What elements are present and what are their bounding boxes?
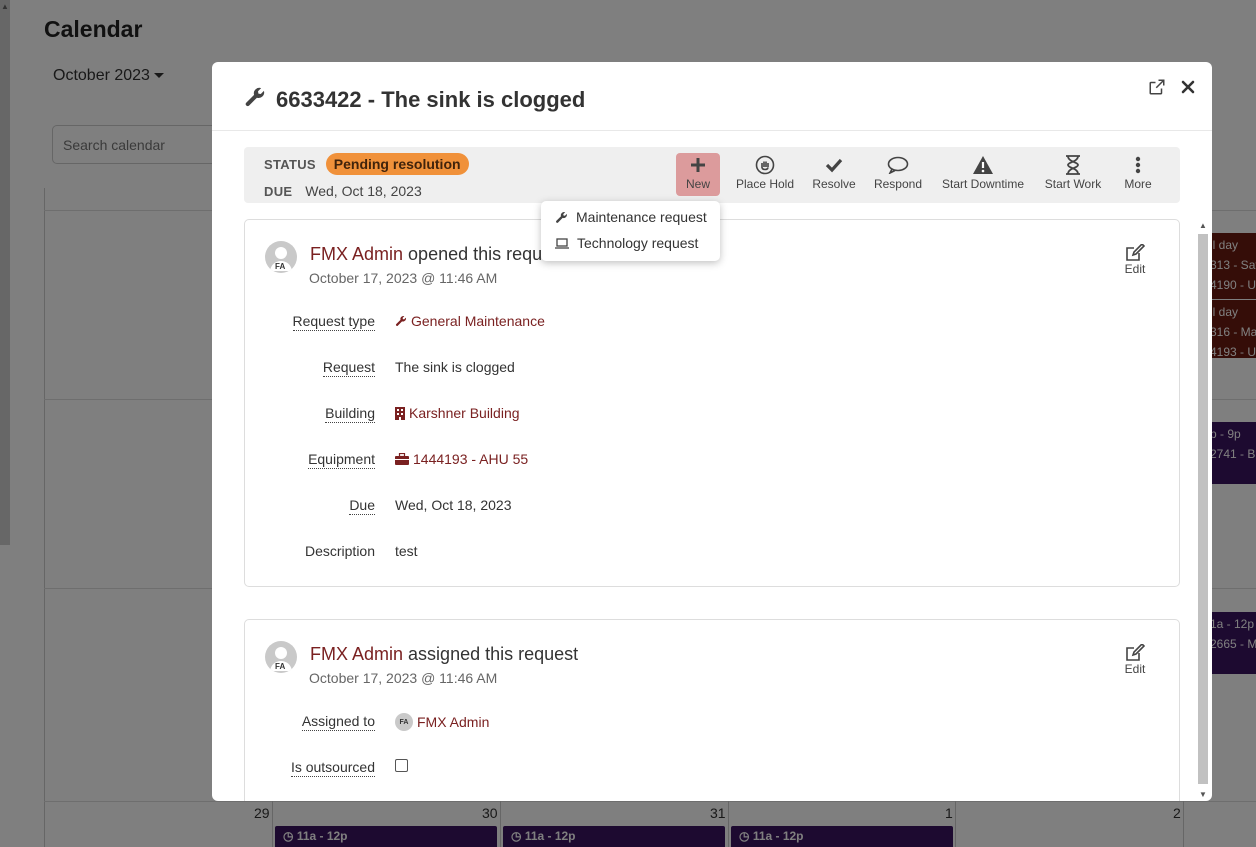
due-label: DUE: [264, 184, 293, 199]
avatar-initials: FA: [274, 262, 287, 271]
warning-icon: [972, 153, 994, 177]
resolve-button[interactable]: Resolve: [812, 153, 856, 196]
modal-header: 6633422 - The sink is clogged: [212, 62, 1212, 131]
request-value: The sink is clogged: [395, 359, 515, 375]
speech-bubble-icon: [887, 153, 909, 177]
building-label: Building: [325, 405, 375, 423]
edit-button[interactable]: Edit: [1121, 244, 1149, 276]
is-outsourced-label: Is outsourced: [290, 759, 375, 777]
scroll-up-icon[interactable]: ▲: [1199, 221, 1207, 230]
field-request: Request The sink is clogged: [245, 359, 1179, 379]
card-title: FMX Admin assigned this request: [310, 644, 578, 665]
card-timestamp: October 17, 2023 @ 11:46 AM: [309, 670, 498, 686]
user-link[interactable]: FMX Admin: [310, 644, 403, 664]
hourglass-icon: [1064, 153, 1082, 177]
edit-label: Edit: [1124, 262, 1146, 276]
menu-item-technology-request[interactable]: Technology request: [555, 235, 698, 251]
wrench-icon: [556, 211, 567, 223]
is-outsourced-checkbox[interactable]: [395, 759, 408, 772]
card-action-text: assigned this request: [408, 644, 579, 664]
field-request-type: Request type General Maintenance: [245, 313, 1179, 333]
activity-card-assigned: FA FMX Admin assigned this request Octob…: [244, 619, 1180, 801]
request-title: 6633422 - The sink is clogged: [276, 87, 586, 112]
edit-icon: [1126, 244, 1145, 261]
assigned-to-value[interactable]: FA FMX Admin: [395, 713, 489, 731]
assigned-to-label: Assigned to: [301, 713, 375, 731]
description-label: Description: [304, 543, 375, 559]
equipment-value[interactable]: 1444193 - AHU 55: [395, 451, 528, 467]
plus-icon: [690, 153, 706, 177]
field-is-outsourced: Is outsourced: [245, 759, 1179, 779]
field-building: Building Karshner Building: [245, 405, 1179, 425]
building-icon: [395, 406, 405, 420]
new-button-label: New: [685, 177, 710, 191]
open-external-icon[interactable]: [1146, 76, 1168, 98]
resolve-label: Resolve: [812, 177, 856, 191]
request-type-label: Request type: [292, 313, 375, 331]
start-downtime-button[interactable]: Start Downtime: [938, 153, 1028, 196]
avatar: FA: [265, 241, 297, 273]
field-assigned-to: Assigned to FA FMX Admin: [245, 713, 1179, 733]
card-title: FMX Admin opened this request: [310, 244, 566, 265]
status-bar: STATUS Pending resolution DUE Wed, Oct 1…: [244, 147, 1180, 203]
start-work-button[interactable]: Start Work: [1042, 153, 1104, 196]
is-outsourced-value: [395, 759, 408, 772]
respond-label: Respond: [873, 177, 923, 191]
activity-card-opened: FA FMX Admin opened this request October…: [244, 219, 1180, 587]
due-field-value: Wed, Oct 18, 2023: [395, 497, 512, 513]
building-value[interactable]: Karshner Building: [395, 405, 520, 421]
edit-label: Edit: [1124, 662, 1146, 676]
card-timestamp: October 17, 2023 @ 11:46 AM: [309, 270, 498, 286]
request-label: Request: [322, 359, 375, 377]
vertical-ellipsis-icon: [1135, 153, 1141, 177]
menu-item-label: Technology request: [577, 235, 699, 251]
respond-button[interactable]: Respond: [872, 153, 924, 196]
status-badge: Pending resolution: [325, 153, 469, 175]
description-value: test: [395, 543, 418, 559]
equipment-label: Equipment: [308, 451, 375, 469]
more-button[interactable]: More: [1120, 153, 1156, 196]
avatar-initials: FA: [274, 662, 287, 671]
wrench-icon: [244, 86, 266, 114]
place-hold-button[interactable]: Place Hold: [730, 153, 800, 196]
start-downtime-label: Start Downtime: [941, 177, 1025, 191]
start-work-label: Start Work: [1044, 177, 1102, 191]
new-request-menu: Maintenance request Technology request: [541, 201, 720, 261]
field-description: Description test: [245, 543, 1179, 563]
field-equipment: Equipment 1444193 - AHU 55: [245, 451, 1179, 471]
more-label: More: [1124, 177, 1152, 191]
check-icon: [825, 153, 843, 177]
new-button[interactable]: New: [676, 153, 720, 196]
close-icon[interactable]: [1177, 76, 1199, 98]
modal-scrollbar[interactable]: ▲ ▼: [1196, 219, 1211, 801]
modal-title: 6633422 - The sink is clogged: [244, 86, 585, 114]
edit-button[interactable]: Edit: [1121, 644, 1149, 676]
field-due: Due Wed, Oct 18, 2023: [245, 497, 1179, 517]
user-link[interactable]: FMX Admin: [310, 244, 403, 264]
due-field-label: Due: [349, 497, 375, 515]
menu-item-label: Maintenance request: [576, 209, 707, 225]
due-row: DUE Wed, Oct 18, 2023: [264, 183, 422, 199]
activity-feed[interactable]: FA FMX Admin opened this request October…: [212, 219, 1212, 801]
briefcase-icon: [395, 453, 409, 465]
request-type-value[interactable]: General Maintenance: [395, 313, 545, 329]
hand-stop-icon: [755, 153, 775, 177]
place-hold-label: Place Hold: [735, 177, 795, 191]
menu-item-maintenance-request[interactable]: Maintenance request: [555, 209, 707, 225]
avatar: FA: [395, 713, 413, 731]
scroll-down-icon[interactable]: ▼: [1199, 790, 1207, 799]
wrench-icon: [395, 315, 406, 326]
request-modal: 6633422 - The sink is clogged STATUS Pen…: [212, 62, 1212, 801]
due-value: Wed, Oct 18, 2023: [305, 183, 422, 199]
avatar: FA: [265, 641, 297, 673]
laptop-icon: [555, 237, 569, 249]
edit-icon: [1126, 644, 1145, 661]
scrollbar-thumb[interactable]: [1198, 234, 1208, 784]
status-label: STATUS: [264, 157, 316, 172]
status-row: STATUS Pending resolution: [264, 153, 469, 175]
